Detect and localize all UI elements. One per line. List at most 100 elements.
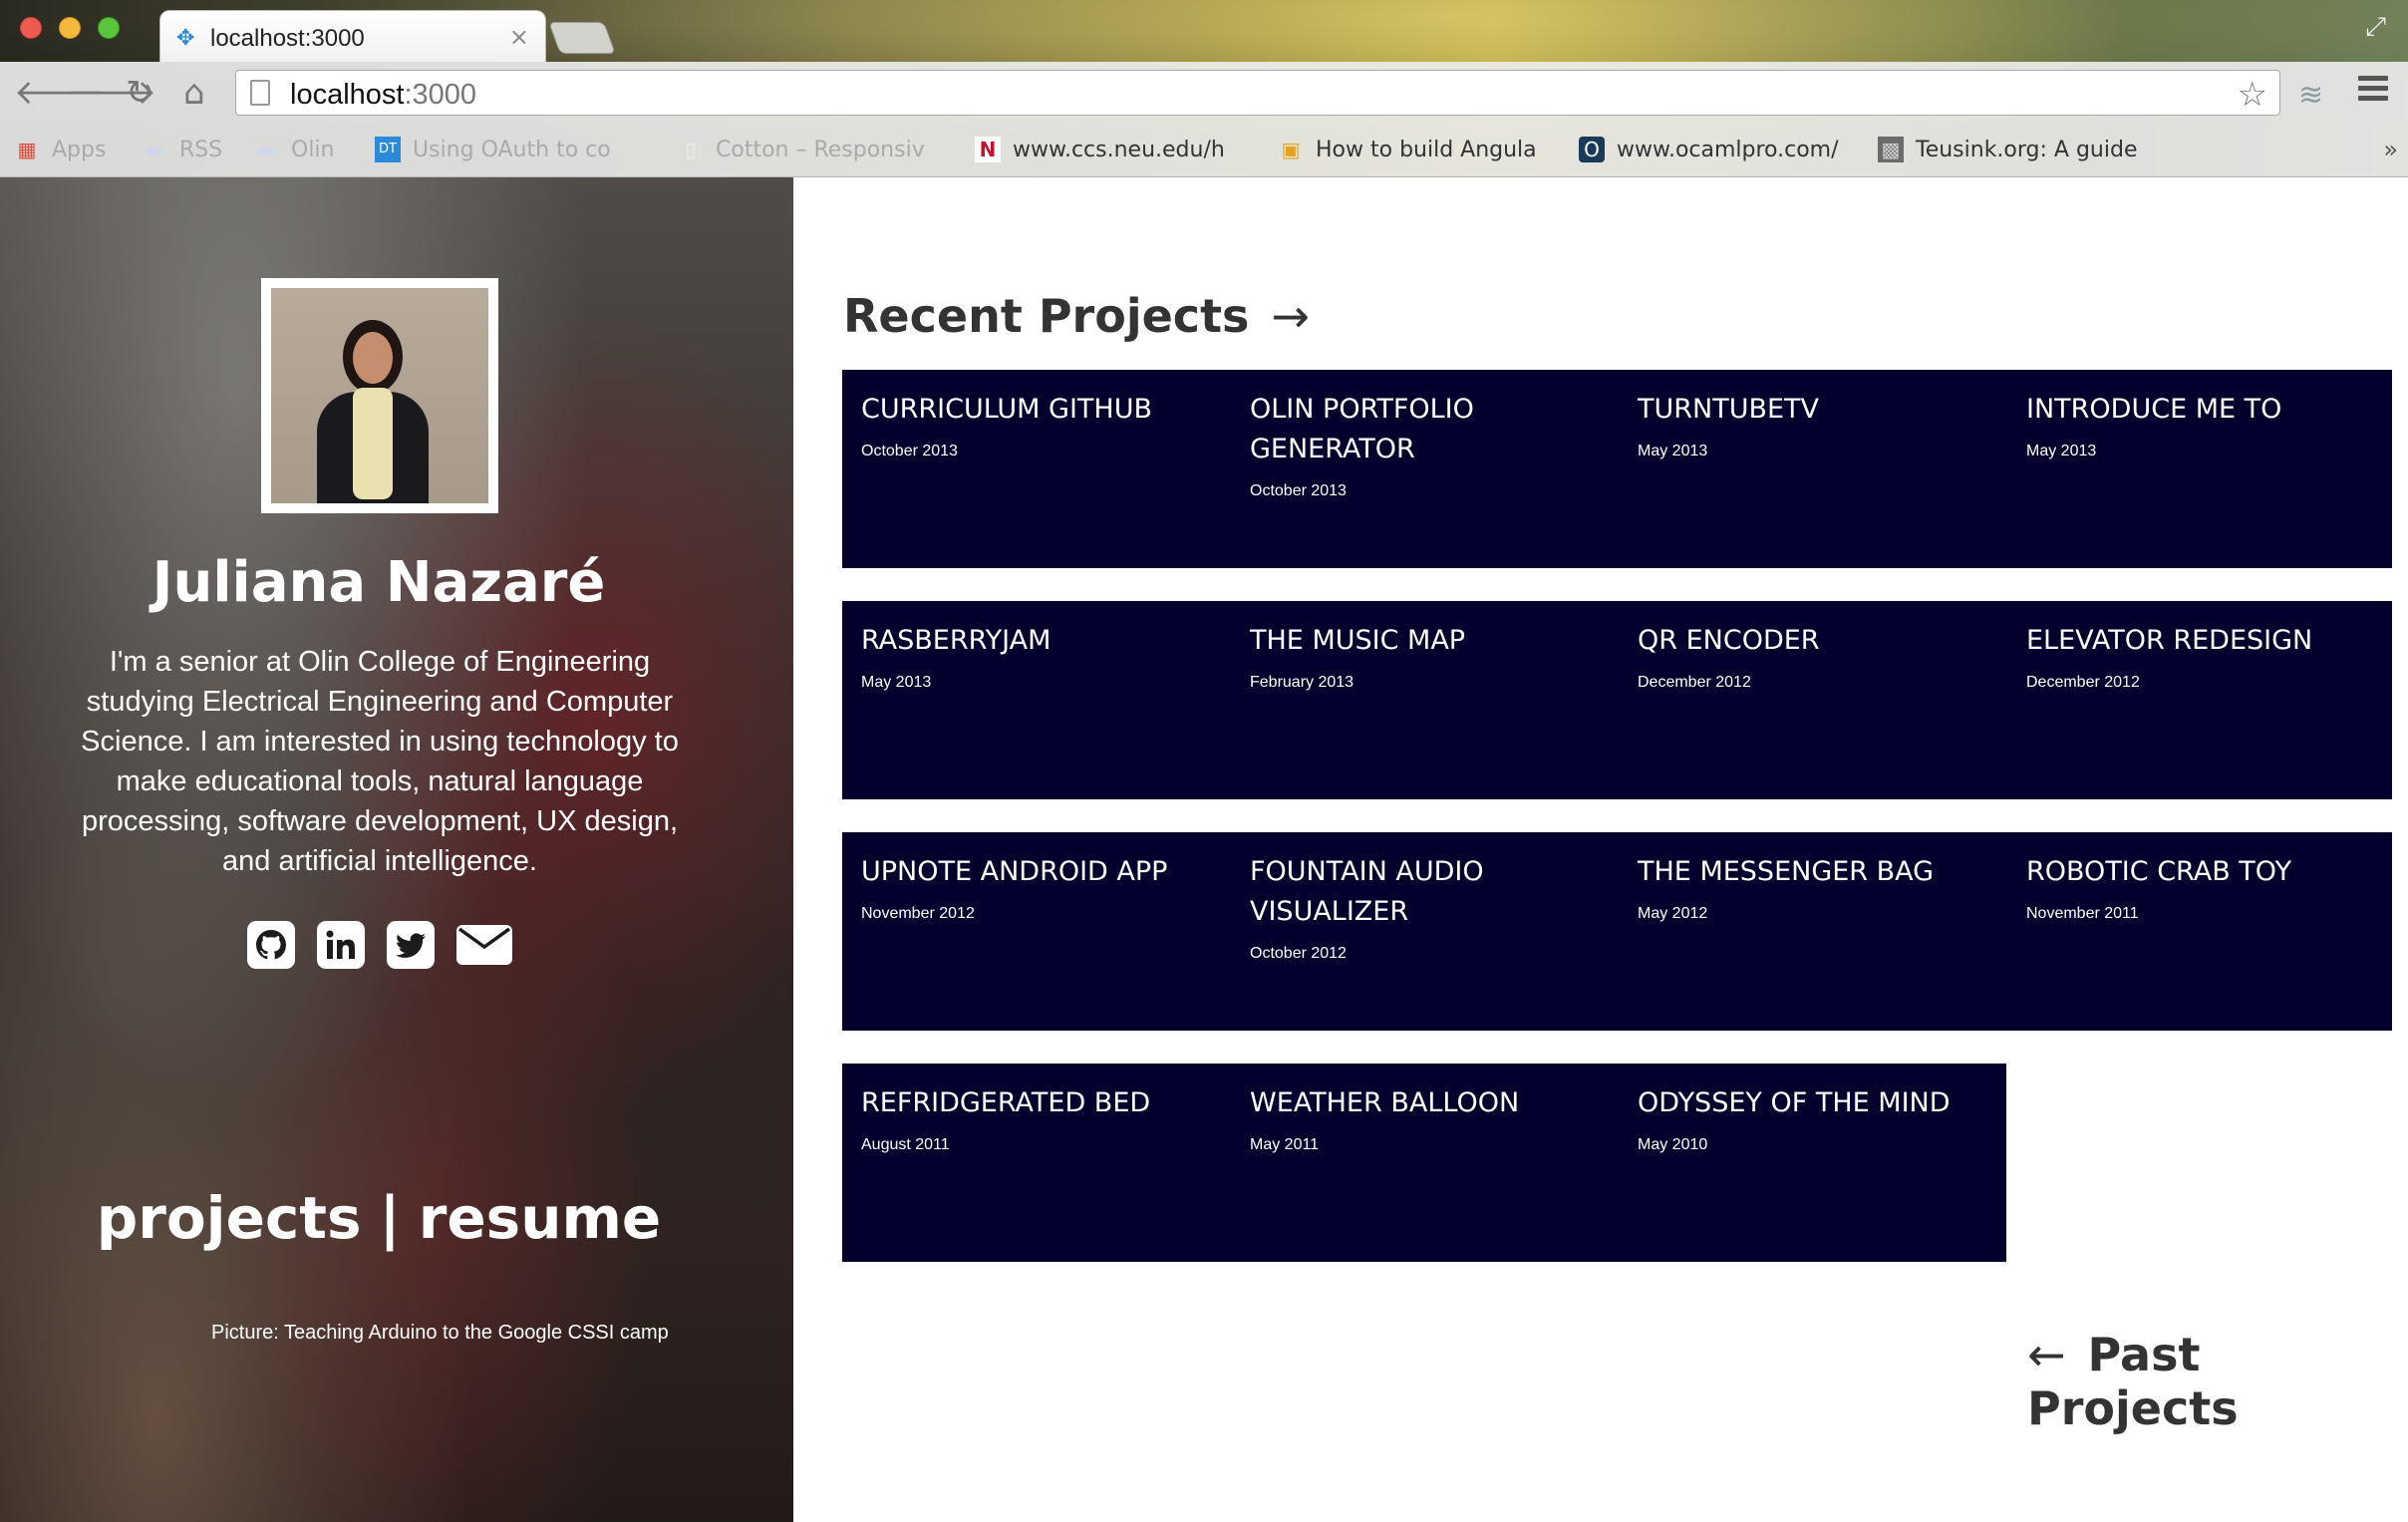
menu-icon[interactable] — [2358, 76, 2388, 106]
project-tile[interactable]: ELEVATOR REDESIGN December 2012 — [2026, 621, 2405, 692]
minimize-window-button[interactable] — [59, 17, 81, 39]
envelope-icon[interactable] — [456, 921, 512, 969]
bookmark-folder-olin[interactable]: ▬ Olin — [253, 134, 353, 165]
project-date: November 2011 — [2026, 905, 2139, 922]
address-bar[interactable]: localhost:3000 ☆ — [235, 70, 2280, 116]
bookmark-cotton[interactable]: ▯ Cotton – Responsiv — [678, 134, 947, 165]
nav-separator: | — [379, 1184, 401, 1252]
bookmark-apps[interactable]: ▦ Apps — [14, 134, 134, 165]
github-icon[interactable] — [247, 921, 295, 969]
orange-box-icon: ▣ — [1281, 138, 1301, 161]
tab-close-icon[interactable]: × — [509, 23, 529, 51]
fullscreen-icon[interactable]: ⤢ — [2365, 12, 2386, 43]
project-name: REFRIDGERATED BED — [861, 1087, 1151, 1118]
project-name: WEATHER BALLOON — [1250, 1087, 1520, 1118]
project-date: May 2011 — [1250, 1136, 1320, 1153]
project-tile[interactable]: THE MESSENGER BAG May 2012 — [1638, 852, 2016, 923]
avatar — [261, 278, 498, 513]
bookmark-oauth[interactable]: DT Using OAuth to co — [375, 134, 644, 165]
project-date: May 2010 — [1638, 1136, 1708, 1153]
project-date: May 2012 — [1638, 905, 1708, 922]
project-tile[interactable]: ROBOTIC CRAB TOY November 2011 — [2026, 852, 2405, 923]
project-name: ODYSSEY OF THE MIND — [1638, 1087, 1951, 1118]
left-arrow-icon: ← — [2027, 1328, 2066, 1381]
folder-icon: ▬ — [256, 138, 276, 161]
page-icon — [250, 80, 270, 106]
projects-link[interactable]: projects — [97, 1184, 362, 1252]
project-name: INTRODUCE ME TO — [2026, 394, 2282, 425]
profile-photo — [271, 288, 488, 503]
browser-tab[interactable]: ✥ localhost:3000 × — [159, 10, 546, 62]
photo-caption: Picture: Teaching Arduino to the Google … — [211, 1322, 669, 1344]
project-name: THE MUSIC MAP — [1250, 625, 1466, 656]
project-tile[interactable]: RASBERRYJAM May 2013 — [861, 621, 1240, 692]
project-date: May 2013 — [1638, 443, 1708, 459]
project-name: ROBOTIC CRAB TOY — [2026, 856, 2292, 887]
project-name: CURRICULUM GITHUB — [861, 394, 1153, 425]
project-date: December 2012 — [1638, 674, 1751, 691]
bookmark-angular[interactable]: ▣ How to build Angula — [1278, 134, 1549, 165]
folder-icon: ▬ — [145, 138, 164, 161]
dt-icon: DT — [375, 137, 401, 162]
profile-nav: projects | resume — [0, 1184, 757, 1252]
linkedin-icon[interactable] — [317, 921, 365, 969]
project-tile[interactable]: CURRICULUM GITHUB October 2013 — [861, 390, 1240, 460]
project-row: REFRIDGERATED BED August 2011 WEATHER BA… — [842, 1064, 2006, 1262]
twitter-icon[interactable] — [387, 921, 435, 969]
reload-icon[interactable]: ↻ — [126, 76, 154, 110]
url-text[interactable]: localhost:3000 — [290, 79, 476, 112]
right-arrow-icon[interactable]: → — [1271, 289, 1310, 343]
project-date: May 2013 — [861, 674, 932, 691]
project-row: UPNOTE ANDROID APP November 2012 FOUNTAI… — [842, 832, 2392, 1031]
bookmarks-overflow-icon[interactable]: » — [2383, 136, 2398, 163]
extension-icon[interactable]: ≋ — [2298, 78, 2323, 113]
project-date: October 2012 — [1250, 945, 1347, 962]
tab-title: localhost:3000 — [210, 25, 365, 52]
project-row: RASBERRYJAM May 2013 THE MUSIC MAP Febru… — [842, 601, 2392, 799]
project-tile[interactable]: INTRODUCE ME TO May 2013 — [2026, 390, 2405, 460]
project-tile[interactable]: FOUNTAIN AUDIO VISUALIZER October 2012 — [1250, 852, 1629, 963]
photo-icon: ▩ — [1878, 137, 1904, 162]
zoom-window-button[interactable] — [98, 17, 120, 39]
project-name: UPNOTE ANDROID APP — [861, 856, 1168, 887]
project-name: OLIN PORTFOLIO GENERATOR — [1250, 394, 1474, 464]
bookmark-teusink[interactable]: ▩ Teusink.org: A guide — [1878, 134, 2149, 165]
bookmark-ocamlpro[interactable]: O www.ocamlpro.com/ — [1579, 134, 1848, 165]
project-date: October 2013 — [1250, 482, 1347, 499]
project-name: ELEVATOR REDESIGN — [2026, 625, 2313, 656]
project-name: QR ENCODER — [1638, 625, 1820, 656]
recent-projects-heading: Recent Projects → — [843, 289, 1310, 343]
apps-grid-icon: ▦ — [17, 138, 37, 161]
home-icon[interactable]: ⌂ — [183, 76, 205, 110]
browser-chrome: ✥ localhost:3000 × ⤢ 🡐 🡒 ↻ ⌂ localhost:3… — [0, 0, 2408, 177]
project-tile[interactable]: QR ENCODER December 2012 — [1638, 621, 2016, 692]
project-tile[interactable]: REFRIDGERATED BED August 2011 — [861, 1083, 1240, 1154]
project-tile[interactable]: WEATHER BALLOON May 2011 — [1250, 1083, 1629, 1154]
project-name: FOUNTAIN AUDIO VISUALIZER — [1250, 856, 1484, 927]
project-tile[interactable]: OLIN PORTFOLIO GENERATOR October 2013 — [1250, 390, 1629, 500]
project-row: CURRICULUM GITHUB October 2013 OLIN PORT… — [842, 370, 2392, 568]
project-name: RASBERRYJAM — [861, 625, 1052, 656]
bookmark-star-icon[interactable]: ☆ — [2238, 75, 2267, 115]
past-projects-link[interactable]: ← Past Projects — [2027, 1328, 2408, 1435]
o-logo-icon: O — [1579, 137, 1605, 162]
profile-name: Juliana Nazaré — [151, 550, 606, 615]
resume-link[interactable]: resume — [419, 1184, 662, 1252]
project-tile[interactable]: TURNTUBETV May 2013 — [1638, 390, 2016, 460]
bookmark-folder-rss[interactable]: ▬ RSS — [142, 134, 251, 165]
profile-bio: I'm a senior at Olin College of Engineer… — [81, 646, 679, 877]
browser-toolbar: 🡐 🡒 ↻ ⌂ localhost:3000 ☆ ≋ — [0, 62, 2408, 122]
n-logo-icon: N — [975, 137, 1001, 162]
project-tile[interactable]: ODYSSEY OF THE MIND May 2010 — [1638, 1083, 2016, 1154]
project-date: May 2013 — [2026, 443, 2097, 459]
project-name: TURNTUBETV — [1638, 394, 1820, 425]
project-date: August 2011 — [861, 1136, 950, 1153]
project-tile[interactable]: UPNOTE ANDROID APP November 2012 — [861, 852, 1240, 923]
close-window-button[interactable] — [20, 17, 42, 39]
project-name: THE MESSENGER BAG — [1638, 856, 1935, 887]
new-tab-button[interactable] — [548, 22, 616, 54]
bookmark-ccs-neu[interactable]: N www.ccs.neu.edu/h — [975, 134, 1246, 165]
profile-panel: Juliana Nazaré I'm a senior at Olin Coll… — [0, 177, 793, 1522]
puzzle-icon: ✥ — [176, 26, 195, 51]
project-tile[interactable]: THE MUSIC MAP February 2013 — [1250, 621, 1629, 692]
